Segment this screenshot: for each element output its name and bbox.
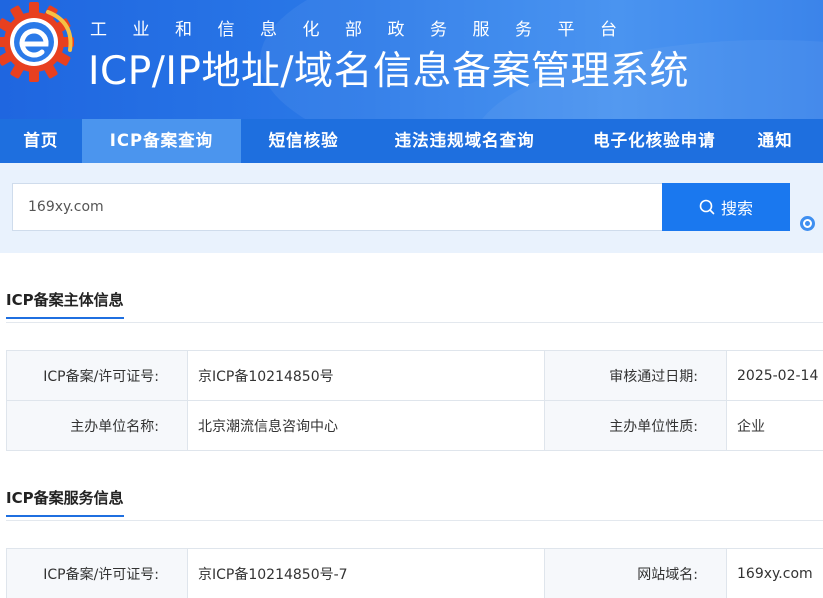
- value-license-no: 京ICP备10214850号: [187, 350, 545, 401]
- search-icon: [699, 199, 715, 215]
- section-divider: [6, 520, 823, 521]
- search-input[interactable]: [12, 183, 663, 231]
- value-organizer-type: 企业: [726, 400, 823, 451]
- section-title-subject: ICP备案主体信息: [6, 289, 124, 319]
- search-bar: 搜索: [0, 163, 823, 253]
- value-license-no: 京ICP备10214850号-7: [187, 548, 545, 598]
- nav-item-notice[interactable]: 通知: [746, 119, 823, 163]
- float-indicator[interactable]: [800, 216, 815, 231]
- label-organizer-type: 主办单位性质:: [544, 400, 727, 451]
- main-nav: 首页 ICP备案查询 短信核验 违法违规域名查询 电子化核验申请 通知: [0, 119, 823, 163]
- label-license-no: ICP备案/许可证号:: [6, 548, 188, 598]
- search-button[interactable]: 搜索: [662, 183, 790, 231]
- nav-item-home[interactable]: 首页: [0, 119, 82, 163]
- gear-e-logo-icon[interactable]: [0, 2, 78, 84]
- search-button-label: 搜索: [720, 201, 753, 218]
- label-license-no: ICP备案/许可证号:: [6, 350, 188, 401]
- nav-item-icp-query[interactable]: ICP备案查询: [81, 119, 242, 163]
- site-header: 工业和信息化部政务服务平台 ICP/IP地址/域名信息备案管理系统: [0, 0, 823, 119]
- table-row: ICP备案/许可证号: 京ICP备10214850号-7 网站域名: 169xy…: [6, 548, 823, 598]
- value-website-domain: 169xy.com: [726, 548, 823, 598]
- section-title-service: ICP备案服务信息: [6, 487, 124, 517]
- label-website-domain: 网站域名:: [544, 548, 727, 598]
- nav-item-e-verify[interactable]: 电子化核验申请: [563, 119, 746, 163]
- nav-item-illegal-domain[interactable]: 违法违规域名查询: [366, 119, 563, 163]
- label-organizer-name: 主办单位名称:: [6, 400, 188, 451]
- table-row: 主办单位名称: 北京潮流信息咨询中心 主办单位性质: 企业: [6, 400, 823, 451]
- value-approval-date: 2025-02-14: [726, 350, 823, 401]
- table-row: ICP备案/许可证号: 京ICP备10214850号 审核通过日期: 2025-…: [6, 350, 823, 401]
- nav-item-sms-verify[interactable]: 短信核验: [241, 119, 366, 163]
- value-organizer-name: 北京潮流信息咨询中心: [187, 400, 545, 451]
- header-title: ICP/IP地址/域名信息备案管理系统: [88, 49, 690, 94]
- service-info-table: ICP备案/许可证号: 京ICP备10214850号-7 网站域名: 169xy…: [6, 548, 823, 598]
- subject-info-table: ICP备案/许可证号: 京ICP备10214850号 审核通过日期: 2025-…: [6, 350, 823, 451]
- label-approval-date: 审核通过日期:: [544, 350, 727, 401]
- header-subtitle: 工业和信息化部政务服务平台: [90, 20, 643, 40]
- section-divider: [6, 322, 823, 323]
